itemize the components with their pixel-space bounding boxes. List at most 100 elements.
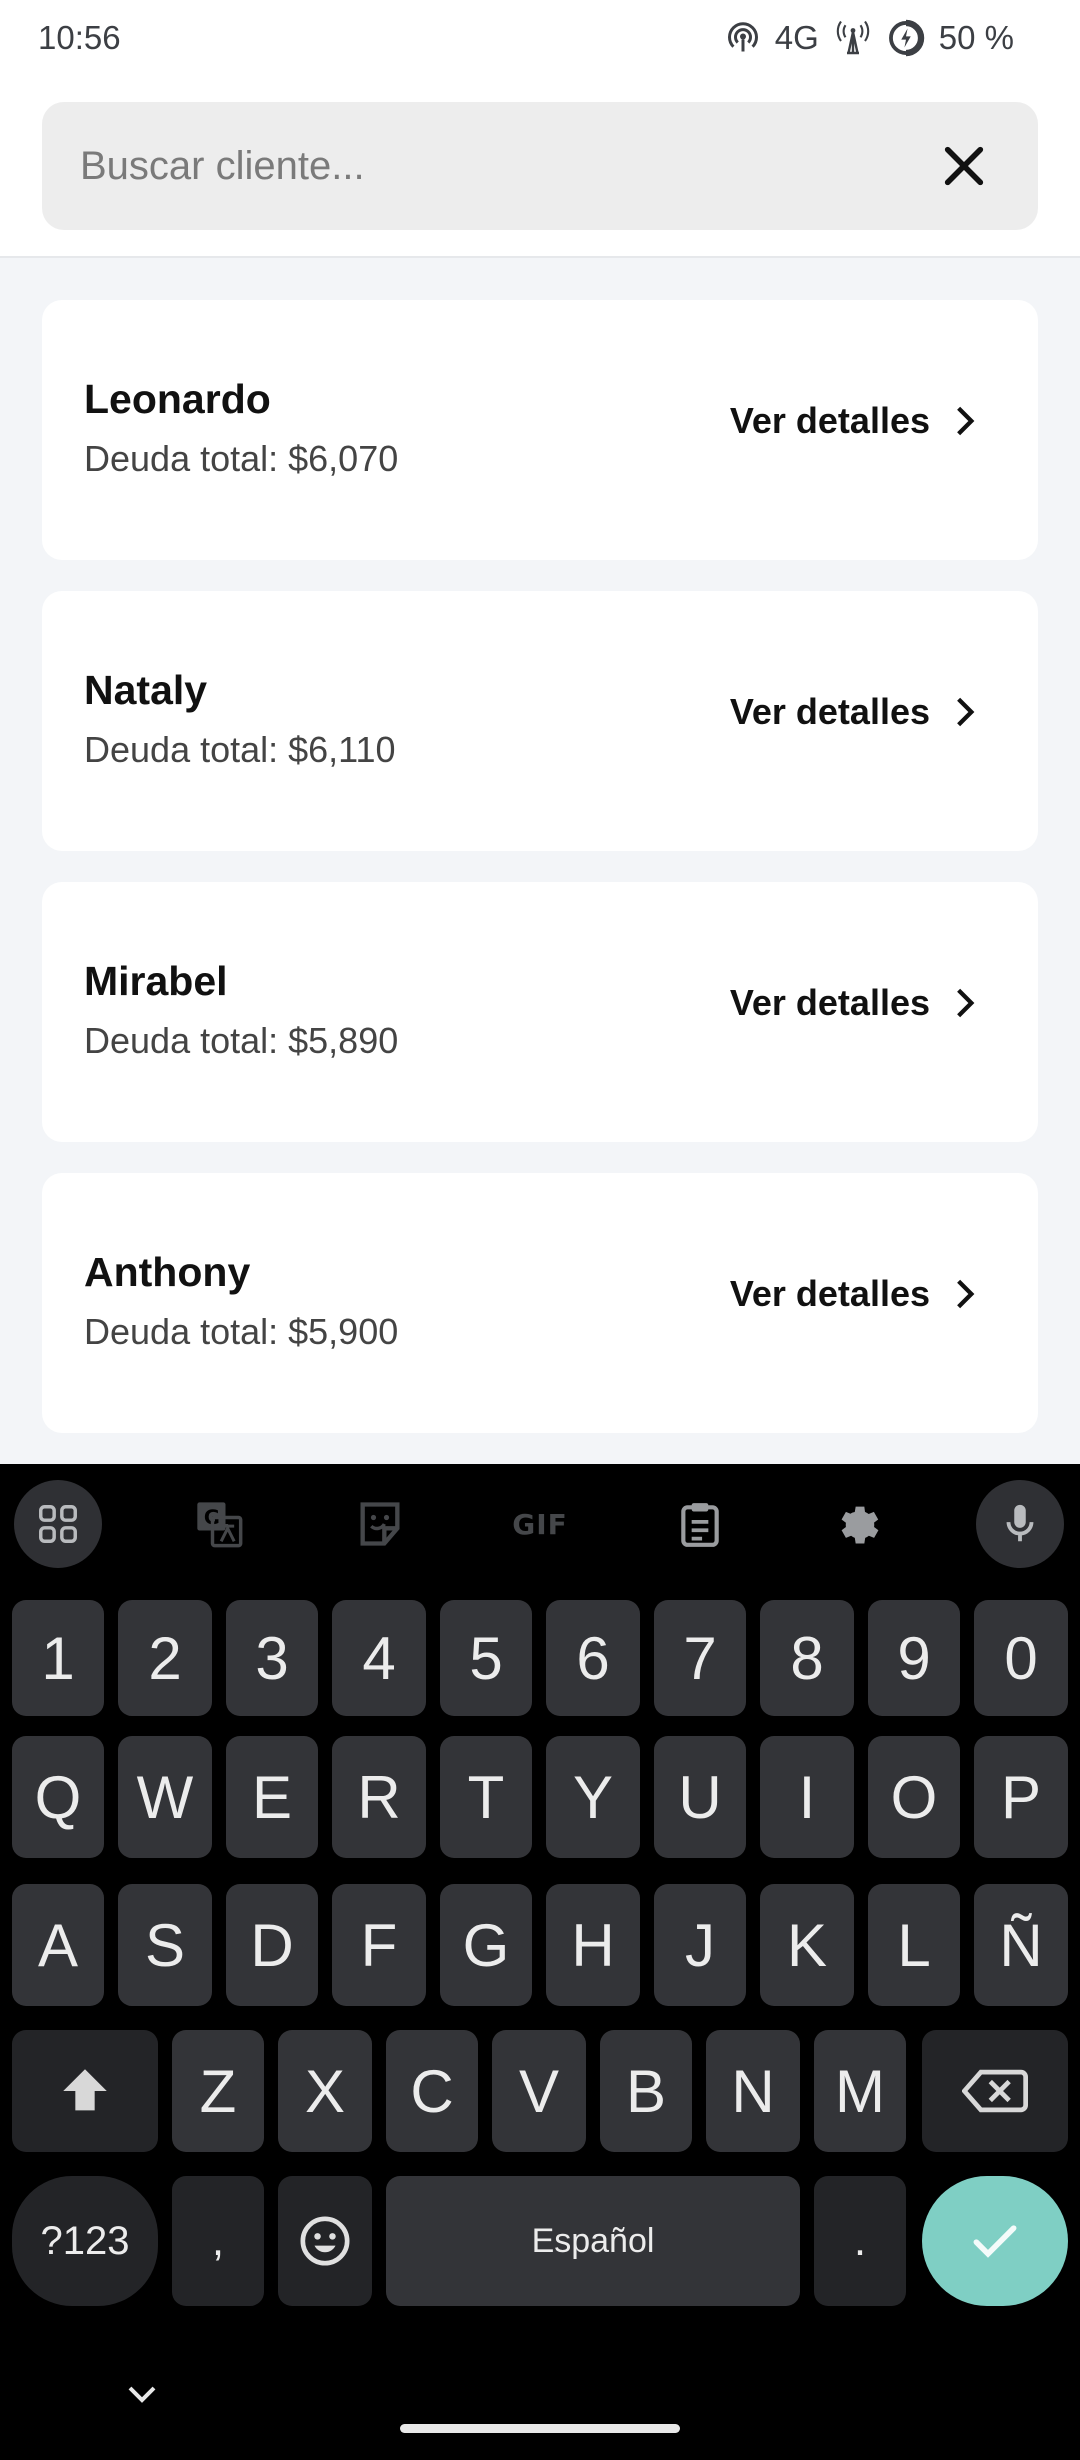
- key-x[interactable]: X: [278, 2030, 372, 2152]
- key-a[interactable]: A: [12, 1884, 104, 2006]
- key-1[interactable]: 1: [12, 1600, 104, 1716]
- status-icons: 4G 50 %: [725, 19, 1014, 57]
- key-2[interactable]: 2: [118, 1600, 212, 1716]
- key-l[interactable]: L: [868, 1884, 960, 2006]
- key-h[interactable]: H: [546, 1884, 640, 2006]
- key-u[interactable]: U: [654, 1736, 746, 1858]
- chevron-down-icon: [128, 2386, 156, 2403]
- client-card[interactable]: Anthony Deuda total: $5,900 Ver detalles: [42, 1173, 1038, 1433]
- view-details-button[interactable]: Ver detalles: [730, 691, 978, 733]
- client-debt: Deuda total: $5,900: [84, 1311, 399, 1352]
- view-details-button[interactable]: Ver detalles: [730, 982, 978, 1024]
- emoji-key[interactable]: [278, 2176, 372, 2306]
- signal-icon: [833, 20, 873, 56]
- gif-button[interactable]: GIF: [496, 1480, 584, 1568]
- client-name: Mirabel: [84, 958, 228, 1004]
- key-k[interactable]: K: [760, 1884, 854, 2006]
- hide-keyboard-button[interactable]: [124, 2382, 160, 2411]
- clear-search-button[interactable]: [928, 130, 1000, 202]
- view-details-label: Ver detalles: [729, 400, 930, 441]
- chevron-right-icon: [957, 697, 975, 727]
- key-3[interactable]: 3: [226, 1600, 318, 1716]
- home-indicator[interactable]: [400, 2424, 680, 2433]
- view-details-button[interactable]: Ver detalles: [730, 1273, 978, 1315]
- client-card[interactable]: Mirabel Deuda total: $5,890 Ver detalles: [42, 882, 1038, 1142]
- symbols-key[interactable]: ?123: [12, 2176, 158, 2306]
- translate-button[interactable]: G: [175, 1480, 263, 1568]
- key-d[interactable]: D: [226, 1884, 318, 2006]
- key-n-tilde[interactable]: Ñ: [974, 1884, 1068, 2006]
- gear-icon: [841, 1506, 879, 1544]
- grid-icon: [39, 1505, 77, 1543]
- client-card[interactable]: Nataly Deuda total: $6,110 Ver detalles: [42, 591, 1038, 851]
- settings-button[interactable]: [816, 1480, 904, 1568]
- period-label: .: [853, 2216, 867, 2265]
- search-box: [42, 102, 1038, 230]
- voice-input-button[interactable]: [976, 1480, 1064, 1568]
- key-7[interactable]: 7: [654, 1600, 746, 1716]
- client-debt: Deuda total: $5,890: [84, 1020, 399, 1061]
- client-name: Anthony: [84, 1249, 251, 1295]
- key-t[interactable]: T: [440, 1736, 532, 1858]
- chevron-right-icon: [957, 988, 975, 1018]
- key-i[interactable]: I: [760, 1736, 854, 1858]
- key-0[interactable]: 0: [974, 1600, 1068, 1716]
- emoji-icon: [300, 2216, 350, 2266]
- client-debt: Deuda total: $6,070: [84, 438, 399, 479]
- shift-key[interactable]: [12, 2030, 158, 2152]
- key-m[interactable]: M: [814, 2030, 906, 2152]
- battery-charging-icon: [887, 19, 925, 57]
- key-v[interactable]: V: [492, 2030, 586, 2152]
- shift-icon: [63, 2069, 107, 2111]
- key-s[interactable]: S: [118, 1884, 212, 2006]
- key-9[interactable]: 9: [868, 1600, 960, 1716]
- comma-label: ,: [211, 2216, 225, 2265]
- key-o[interactable]: O: [868, 1736, 960, 1858]
- key-j[interactable]: J: [654, 1884, 746, 2006]
- chevron-right-icon: [957, 406, 975, 436]
- space-key[interactable]: Español: [386, 2176, 800, 2306]
- status-bar: 10:56 4G 50 %: [0, 0, 1080, 76]
- client-list: Leonardo Deuda total: $6,070 Ver detalle…: [42, 300, 1038, 1464]
- client-name: Leonardo: [84, 376, 271, 422]
- check-icon: [973, 2225, 1017, 2258]
- view-details-label: Ver detalles: [729, 1273, 930, 1314]
- key-y[interactable]: Y: [546, 1736, 640, 1858]
- key-g[interactable]: G: [440, 1884, 532, 2006]
- sticker-button[interactable]: [336, 1480, 424, 1568]
- keyboard-toolbar: G GIF: [0, 1464, 1080, 1582]
- translate-icon: G: [197, 1502, 243, 1548]
- key-f[interactable]: F: [332, 1884, 426, 2006]
- symbols-label: ?123: [40, 2218, 130, 2263]
- key-q[interactable]: Q: [12, 1736, 104, 1858]
- close-icon: [944, 146, 984, 186]
- key-z[interactable]: Z: [172, 2030, 264, 2152]
- key-r[interactable]: R: [332, 1736, 426, 1858]
- key-6[interactable]: 6: [546, 1600, 640, 1716]
- microphone-icon: [1006, 1504, 1034, 1542]
- key-4[interactable]: 4: [332, 1600, 426, 1716]
- search-input[interactable]: [80, 143, 928, 189]
- space-label: Español: [531, 2221, 655, 2260]
- key-b[interactable]: B: [600, 2030, 692, 2152]
- key-8[interactable]: 8: [760, 1600, 854, 1716]
- key-c[interactable]: C: [386, 2030, 478, 2152]
- clipboard-icon: [681, 1503, 719, 1547]
- apps-grid-button[interactable]: [14, 1480, 102, 1568]
- clipboard-button[interactable]: [656, 1480, 744, 1568]
- key-w[interactable]: W: [118, 1736, 212, 1858]
- client-card[interactable]: Leonardo Deuda total: $6,070 Ver detalle…: [42, 300, 1038, 560]
- comma-key[interactable]: ,: [172, 2176, 264, 2306]
- key-e[interactable]: E: [226, 1736, 318, 1858]
- key-5[interactable]: 5: [440, 1600, 532, 1716]
- key-n[interactable]: N: [706, 2030, 800, 2152]
- gif-label: GIF: [512, 1507, 568, 1541]
- client-debt: Deuda total: $6,110: [84, 729, 396, 770]
- network-label: 4G: [774, 19, 819, 56]
- done-key[interactable]: [922, 2176, 1068, 2306]
- backspace-key[interactable]: [922, 2030, 1068, 2152]
- backspace-icon: [962, 2069, 1028, 2113]
- view-details-button[interactable]: Ver detalles: [730, 400, 978, 442]
- period-key[interactable]: .: [814, 2176, 906, 2306]
- key-p[interactable]: P: [974, 1736, 1068, 1858]
